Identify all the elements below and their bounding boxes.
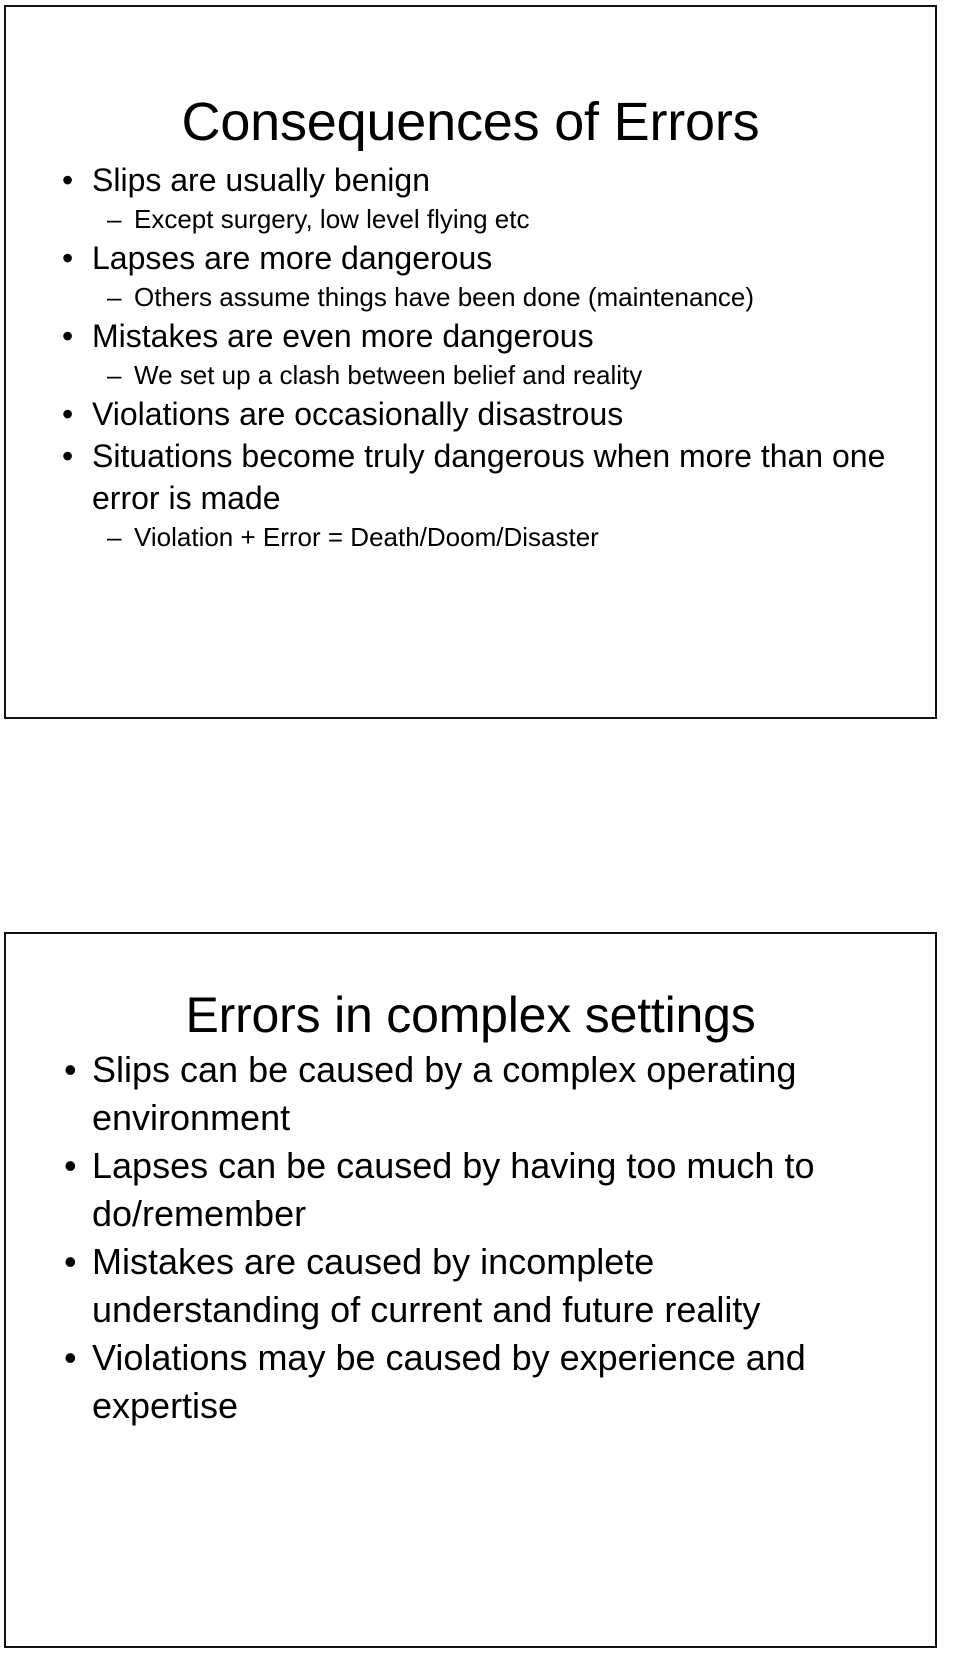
slide-1-bullet-list: • Slips are usually benign – Except surgery… [6, 159, 935, 555]
bullet-dot-icon: • [62, 438, 74, 474]
bullet-text: Lapses are more dangerous [92, 240, 493, 276]
bullet-dash-icon: – [107, 522, 122, 552]
sub-bullet-item: – Others assume things have been done (ma… [6, 279, 935, 315]
bullet-text: Others assume things have been done (mai… [134, 282, 755, 312]
slide-2-title: Errors in complex settings [185, 986, 756, 1043]
bullet-dot-icon: • [62, 318, 74, 354]
bullet-item: • Lapses can be caused by having too much… [6, 1142, 935, 1238]
bullet-dash-icon: – [107, 360, 122, 390]
bullet-text: Violations are occasionally disastrous [92, 396, 624, 432]
bullet-text: We set up a clash between belief and rea… [134, 360, 643, 390]
bullet-dot-icon: • [64, 1049, 77, 1090]
slide-1-title: Consequences of Errors [181, 92, 760, 153]
bullet-text: Violations may be caused by experience a… [92, 1337, 806, 1426]
bullet-item: • Violations may be caused by experience … [6, 1334, 935, 1430]
slide-1: Consequences of Errors • Slips are usuall… [4, 5, 937, 719]
bullet-item: • Slips can be caused by a complex operat… [6, 1046, 935, 1142]
bullet-dot-icon: • [64, 1145, 77, 1186]
bullet-item: • Mistakes are even more dangerous [6, 315, 935, 357]
handout-page: Consequences of Errors • Slips are usuall… [0, 0, 960, 1654]
bullet-item: • Violations are occasionally disastrous [6, 393, 935, 435]
bullet-dot-icon: • [62, 162, 74, 198]
slide-2: Errors in complex settings • Slips can be… [4, 932, 937, 1648]
bullet-item: • Mistakes are caused by incomplete under… [6, 1238, 935, 1334]
bullet-text: Except surgery, low level flying etc [134, 204, 530, 234]
bullet-text: Slips are usually benign [92, 162, 430, 198]
bullet-dot-icon: • [64, 1241, 77, 1282]
bullet-text: Situations become truly dangerous when m… [92, 438, 886, 516]
bullet-item: • Lapses are more dangerous [6, 237, 935, 279]
bullet-text: Lapses can be caused by having too much … [92, 1145, 815, 1234]
sub-bullet-item: – We set up a clash between belief and re… [6, 357, 935, 393]
bullet-text: Slips can be caused by a complex operati… [92, 1049, 797, 1138]
bullet-text: Mistakes are even more dangerous [92, 318, 594, 354]
bullet-dash-icon: – [107, 282, 122, 312]
bullet-text: Mistakes are caused by incomplete unders… [92, 1241, 761, 1330]
bullet-item: • Slips are usually benign [6, 159, 935, 201]
bullet-dot-icon: • [62, 240, 74, 276]
bullet-item: • Situations become truly dangerous when … [6, 435, 935, 519]
slide-2-bullet-list: • Slips can be caused by a complex operat… [6, 1046, 935, 1430]
bullet-dash-icon: – [107, 204, 122, 234]
sub-bullet-item: – Violation + Error = Death/Doom/Disaster [6, 519, 935, 555]
bullet-dot-icon: • [64, 1337, 77, 1378]
sub-bullet-item: – Except surgery, low level flying etc [6, 201, 935, 237]
bullet-dot-icon: • [62, 396, 74, 432]
bullet-text: Violation + Error = Death/Doom/Disaster [134, 522, 599, 552]
